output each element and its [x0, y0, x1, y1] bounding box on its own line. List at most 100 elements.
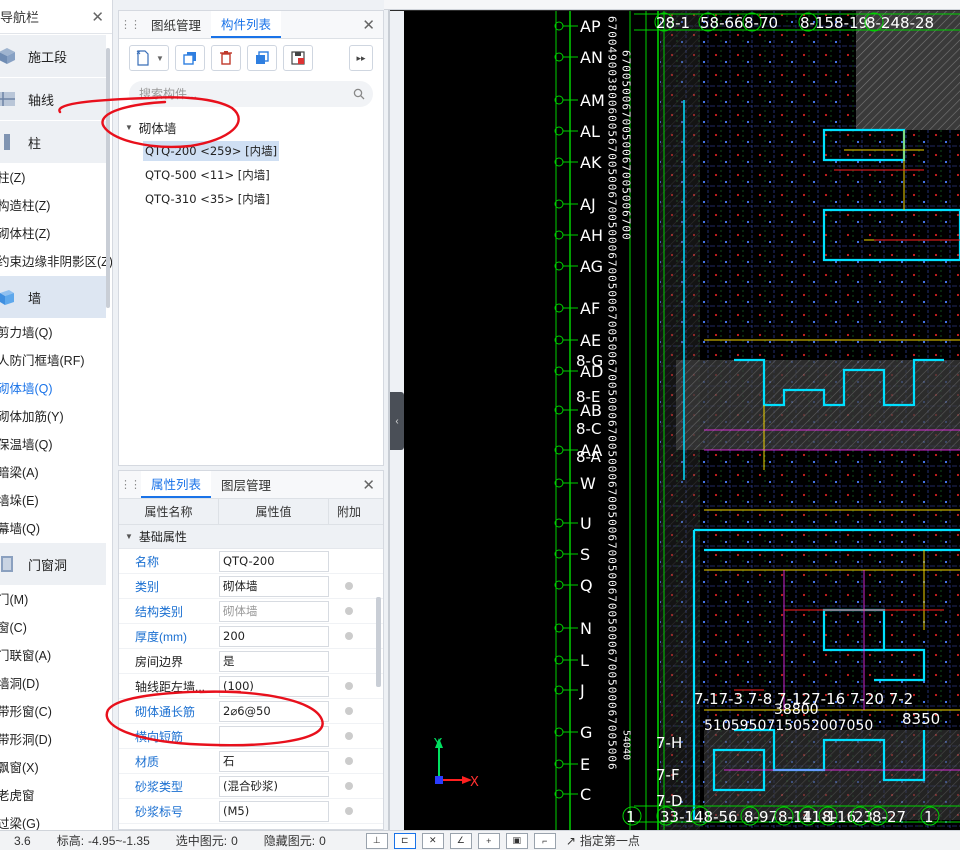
property-value-field[interactable]: (混合砂浆): [219, 775, 329, 797]
nav-item-bay-window[interactable]: 飘窗(X): [0, 754, 106, 782]
property-value-field[interactable]: 200: [219, 625, 329, 647]
nav-scrollbar[interactable]: [106, 48, 110, 308]
tab-property-list[interactable]: 属性列表: [141, 471, 212, 498]
nav-item-shear-wall[interactable]: 剪力墙(Q): [0, 319, 106, 347]
property-row[interactable]: 结构类别 砌体墙: [119, 599, 383, 624]
nav-category-door-window[interactable]: 门窗洞: [0, 543, 106, 585]
dynamic-input-icon[interactable]: ⌐: [533, 832, 556, 849]
caret-down-icon[interactable]: ▼: [125, 123, 133, 132]
drag-grip-icon[interactable]: ⋮⋮: [119, 471, 141, 498]
nav-category-segment[interactable]: 施工段: [0, 35, 106, 77]
bottom-label: 8-27: [872, 808, 906, 826]
nav-close-icon[interactable]: ✕: [91, 8, 104, 26]
layer-copy-button[interactable]: [247, 45, 277, 71]
axis-labels: APANAMALAKAJAHAGAFAEADABAAWUSQNLJGEC: [554, 17, 605, 804]
extra-radio-icon[interactable]: [345, 732, 353, 740]
nav-item-hidden-beam[interactable]: 暗梁(A): [0, 459, 106, 487]
component-panel-close-icon[interactable]: ✕: [362, 16, 375, 34]
ortho-toggle-icon[interactable]: ⊥: [365, 832, 388, 849]
chevron-down-icon: ▼: [156, 53, 164, 63]
nav-item-dormer[interactable]: 老虎窗: [0, 782, 106, 810]
property-row[interactable]: 横向短筋: [119, 724, 383, 749]
property-value-field[interactable]: 石: [219, 750, 329, 772]
property-value-field[interactable]: (100): [219, 675, 329, 697]
nav-item-door[interactable]: 门(M): [0, 586, 106, 614]
new-component-button[interactable]: ▼: [129, 45, 169, 71]
layer-toggle-icon[interactable]: ▣: [505, 832, 528, 849]
property-extra: [329, 757, 369, 765]
property-row[interactable]: 砂浆类型 (混合砂浆): [119, 774, 383, 799]
property-value-field[interactable]: (M5): [219, 800, 329, 822]
property-scrollbar[interactable]: [376, 597, 381, 687]
extra-radio-icon[interactable]: [345, 707, 353, 715]
cross-toggle-icon[interactable]: ✕: [421, 832, 444, 849]
tab-drawing-management[interactable]: 图纸管理: [141, 11, 211, 38]
plus-toggle-icon[interactable]: +: [477, 832, 500, 849]
nav-item-window[interactable]: 窗(C): [0, 614, 106, 642]
nav-item-construct-column[interactable]: 构造柱(Z): [0, 192, 106, 220]
tab-layer-management[interactable]: 图层管理: [211, 471, 281, 498]
property-value-field[interactable]: [219, 725, 329, 747]
cad-drawing[interactable]: 6700490038006005670050067005000670050067…: [404, 10, 960, 830]
tree-item[interactable]: QTQ-310 <35> [内墙]: [119, 187, 383, 211]
nav-category-column[interactable]: 柱: [0, 121, 106, 163]
extra-radio-icon[interactable]: [345, 632, 353, 640]
property-row[interactable]: 砌体通长筋 2⌀6@50: [119, 699, 383, 724]
extra-radio-icon[interactable]: [345, 807, 353, 815]
cad-canvas[interactable]: 6700490038006005670050067005000670050067…: [404, 10, 960, 830]
property-panel-close-icon[interactable]: ✕: [362, 476, 375, 494]
nav-item-masonry-wall[interactable]: 砌体墙(Q): [0, 375, 106, 403]
extra-radio-icon[interactable]: [345, 782, 353, 790]
property-row[interactable]: 轴线距左墙... (100): [119, 674, 383, 699]
nav-item-curtain-wall[interactable]: 幕墙(Q): [0, 515, 106, 543]
caret-down-icon[interactable]: ▼: [125, 532, 133, 541]
nav-item-strip-window[interactable]: 带形窗(C): [0, 698, 106, 726]
tree-item[interactable]: QTQ-500 <11> [内墙]: [119, 163, 383, 187]
extra-radio-icon[interactable]: [345, 582, 353, 590]
extra-radio-icon[interactable]: [345, 682, 353, 690]
tree-item[interactable]: QTQ-200 <259> [内墙]: [119, 139, 383, 163]
copy-button[interactable]: [175, 45, 205, 71]
nav-item-wall-pier[interactable]: 墙垛(E): [0, 487, 106, 515]
property-row[interactable]: 类别 砌体墙: [119, 574, 383, 599]
extra-radio-icon[interactable]: [345, 757, 353, 765]
axis-label: AN: [580, 48, 603, 67]
property-row[interactable]: 房间边界 是: [119, 649, 383, 674]
extra-radio-icon[interactable]: [345, 607, 353, 615]
snap-toggle-icon[interactable]: ⊏: [393, 832, 416, 849]
property-value-field[interactable]: 砌体墙: [219, 600, 329, 622]
nav-item-column[interactable]: 柱(Z): [0, 164, 106, 192]
more-tools-button[interactable]: ▸▸: [349, 45, 373, 71]
property-value-field[interactable]: 砌体墙: [219, 575, 329, 597]
save-to-library-button[interactable]: [283, 45, 313, 71]
search-icon[interactable]: [353, 88, 365, 100]
property-group-basic[interactable]: ▼ 基础属性: [119, 525, 383, 549]
property-row[interactable]: 砂浆标号 (M5): [119, 799, 383, 824]
property-value-field[interactable]: QTQ-200: [219, 550, 329, 572]
property-row[interactable]: 厚度(mm) 200: [119, 624, 383, 649]
nav-item-masonry-column[interactable]: 砌体柱(Z): [0, 220, 106, 248]
angle-toggle-icon[interactable]: ∠: [449, 832, 472, 849]
nav-item-masonry-rebar[interactable]: 砌体加筋(Y): [0, 403, 106, 431]
nav-item-constraint-edge[interactable]: 约束边缘非阴影区(Z): [0, 248, 112, 276]
nav-item-door-window[interactable]: 门联窗(A): [0, 642, 106, 670]
tree-group-masonry-wall[interactable]: ▼ 砌体墙: [119, 115, 383, 139]
component-search[interactable]: [129, 81, 373, 107]
nav-item-lintel[interactable]: 过梁(G): [0, 810, 106, 830]
drag-grip-icon[interactable]: ⋮⋮: [119, 11, 141, 38]
tab-component-list[interactable]: 构件列表: [211, 11, 282, 38]
property-row[interactable]: 材质 石: [119, 749, 383, 774]
delete-button[interactable]: [211, 45, 241, 71]
nav-category-axis[interactable]: 轴线: [0, 78, 106, 120]
property-value-field[interactable]: 2⌀6@50: [219, 700, 329, 722]
property-value-field[interactable]: 是: [219, 650, 329, 672]
property-table-header: 属性名称 属性值 附加: [119, 499, 383, 525]
nav-item-strip-hole[interactable]: 带形洞(D): [0, 726, 106, 754]
nav-item-civil-defense-wall[interactable]: 人防门框墙(RF): [0, 347, 106, 375]
nav-category-wall[interactable]: 墙: [0, 276, 106, 318]
search-input[interactable]: [139, 87, 353, 101]
property-row[interactable]: 名称 QTQ-200: [119, 549, 383, 574]
nav-item-wall-hole[interactable]: 墙洞(D): [0, 670, 106, 698]
nav-item-insulation-wall[interactable]: 保温墙(Q): [0, 431, 106, 459]
collapse-handle-icon[interactable]: ‹: [390, 392, 404, 450]
